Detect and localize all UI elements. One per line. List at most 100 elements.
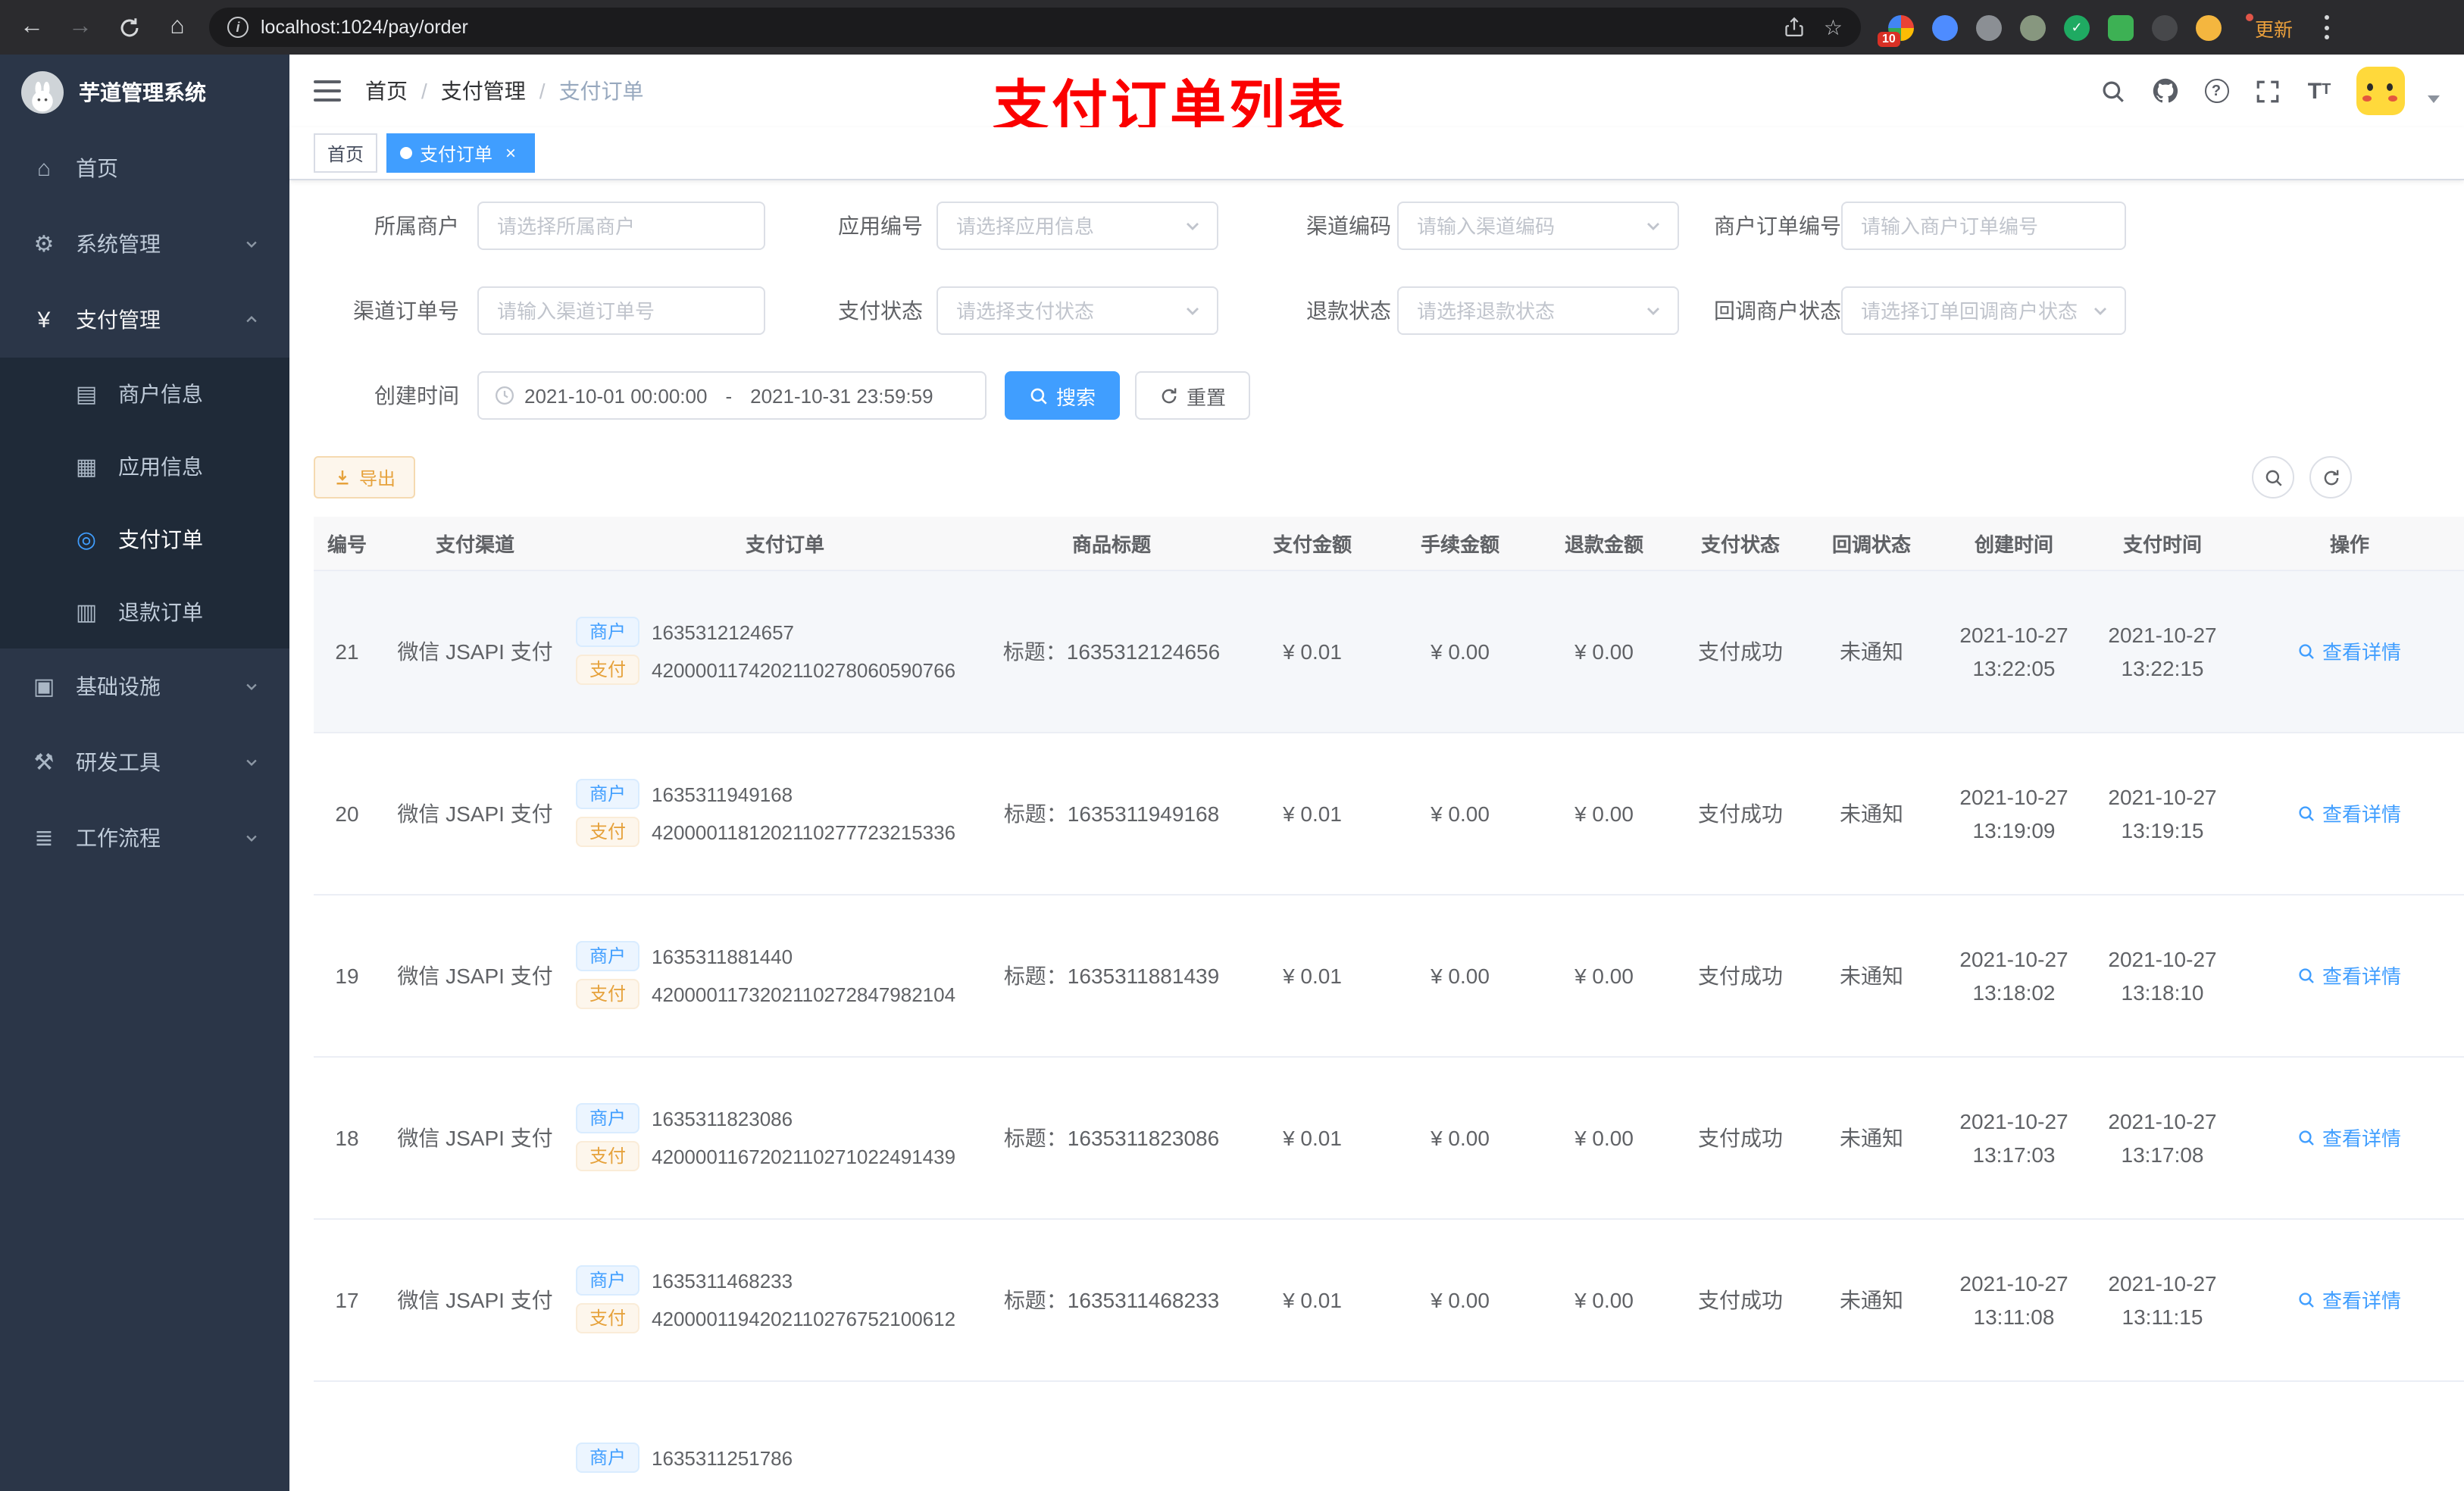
browser-forward-button[interactable]: → — [64, 11, 97, 44]
paid-time: 13:18:10 — [2121, 980, 2204, 1004]
sidebar-item-devtools[interactable]: ⚒ 研发工具 — [0, 724, 289, 800]
extension-icon[interactable] — [2152, 14, 2178, 40]
sidebar-item-home[interactable]: ⌂ 首页 — [0, 130, 289, 206]
refresh-table-button[interactable] — [2309, 456, 2352, 499]
extensions-area: 10 ✓ 更新 — [1878, 13, 2329, 46]
product-title: 标题：1635311468233 — [1003, 1287, 1220, 1311]
sidebar-item-workflow[interactable]: ≣ 工作流程 — [0, 800, 289, 876]
merchant-badge: 商户 — [576, 941, 640, 971]
channel-order-no-input[interactable] — [494, 298, 749, 324]
refund-status-select[interactable] — [1414, 298, 1638, 324]
merchant-order-no: 1635311468233 — [652, 1269, 793, 1292]
breadcrumb-home[interactable]: 首页 — [365, 76, 408, 106]
tab-home[interactable]: 首页 — [314, 133, 378, 173]
extension-icon[interactable]: ✓ — [2064, 14, 2090, 40]
extension-icon[interactable] — [1976, 14, 2002, 40]
sidebar-item-label: 系统管理 — [76, 232, 161, 256]
fee-amount: ¥ 0.00 — [1431, 1125, 1490, 1149]
view-detail-label: 查看详情 — [2322, 803, 2401, 826]
product-title: 标题：1635311949168 — [1003, 801, 1220, 825]
fee-amount: ¥ 0.00 — [1431, 639, 1490, 663]
user-avatar[interactable] — [2356, 67, 2405, 115]
sidebar-item-system[interactable]: ⚙ 系统管理 — [0, 206, 289, 282]
view-detail-link[interactable]: 查看详情 — [2298, 1123, 2401, 1152]
pay-status-select[interactable] — [953, 298, 1177, 324]
sidebar-item-app-info[interactable]: ▦ 应用信息 — [0, 430, 289, 503]
merchant-badge: 商户 — [576, 617, 640, 647]
refund-amount: ¥ 0.00 — [1574, 1125, 1634, 1149]
github-icon[interactable] — [2150, 77, 2179, 105]
pay-badge: 支付 — [576, 1303, 640, 1333]
browser-reload-button[interactable] — [112, 11, 145, 44]
view-detail-link[interactable]: 查看详情 — [2298, 961, 2401, 989]
field-label: 创建时间 — [374, 383, 459, 408]
search-icon[interactable] — [2099, 77, 2128, 105]
view-detail-label: 查看详情 — [2322, 1127, 2401, 1150]
table-row: 18 微信 JSAPI 支付 商户 1635311823086 支付 42000… — [314, 1056, 2464, 1219]
gear-icon: ⚙ — [33, 232, 55, 258]
site-info-icon[interactable]: i — [227, 17, 249, 38]
bookmark-star-icon[interactable]: ☆ — [1824, 14, 1843, 40]
orders-table: 编号 支付渠道 支付订单 商品标题 支付金额 手续金额 退款金额 支付状态 回调… — [314, 517, 2464, 1491]
fullscreen-icon[interactable] — [2253, 77, 2282, 105]
sidebar-item-payment[interactable]: ¥ 支付管理 — [0, 282, 289, 358]
active-dot — [400, 147, 413, 159]
payment-submenu: ▤ 商户信息 ▦ 应用信息 ◎ 支付订单 ▥ 退款订单 — [0, 358, 289, 649]
channel-order-no: 4200001194202110276752100612 — [652, 1307, 956, 1330]
chevron-down-icon — [246, 241, 257, 248]
search-button[interactable]: 搜索 — [1005, 371, 1121, 420]
browser-back-button[interactable]: ← — [15, 11, 48, 44]
channel-code-select[interactable] — [1414, 213, 1638, 239]
font-size-icon[interactable]: TT — [2305, 77, 2334, 105]
profile-avatar-icon[interactable] — [2196, 14, 2222, 40]
sidebar-item-pay-order[interactable]: ◎ 支付订单 — [0, 503, 289, 576]
toggle-search-button[interactable] — [2252, 456, 2294, 499]
browser-home-button[interactable]: ⌂ — [161, 11, 194, 44]
extension-icon[interactable] — [2020, 14, 2046, 40]
sidebar-item-merchant-info[interactable]: ▤ 商户信息 — [0, 358, 289, 430]
export-button[interactable]: 导出 — [314, 456, 416, 499]
extension-icon[interactable]: 10 — [1878, 14, 1914, 46]
create-time-range-input[interactable]: 2021-10-01 00:00:00 - 2021-10-31 23:59:5… — [477, 371, 987, 420]
help-icon[interactable]: ? — [2202, 77, 2231, 105]
merchant-order-no-input[interactable] — [1858, 213, 2109, 239]
browser-update-button[interactable]: 更新 — [2246, 13, 2293, 42]
order-id: 21 — [335, 639, 359, 663]
view-detail-link[interactable]: 查看详情 — [2298, 1285, 2401, 1314]
pay-channel: 微信 JSAPI 支付 — [397, 1125, 553, 1149]
share-icon[interactable] — [1784, 17, 1806, 38]
view-detail-link[interactable]: 查看详情 — [2298, 636, 2401, 665]
breadcrumb-payment[interactable]: 支付管理 — [441, 76, 526, 106]
date-end: 2021-10-31 23:59:59 — [750, 384, 933, 407]
monitor-icon: ▣ — [33, 674, 55, 700]
table-row: 商户 1635311251786 — [314, 1380, 2464, 1491]
view-detail-link[interactable]: 查看详情 — [2298, 799, 2401, 827]
sidebar-toggle-icon[interactable] — [314, 80, 341, 102]
tab-pay-order[interactable]: 支付订单 × — [386, 133, 536, 173]
product-title: 标题：1635311823086 — [1003, 1125, 1220, 1149]
avatar-caret-icon[interactable] — [2428, 95, 2440, 102]
breadcrumb: 首页 / 支付管理 / 支付订单 — [365, 76, 644, 106]
extension-icon[interactable] — [1932, 14, 1958, 40]
notify-status-select[interactable] — [1858, 298, 2085, 324]
pay-badge: 支付 — [576, 817, 640, 847]
browser-menu-icon[interactable] — [2323, 15, 2329, 39]
logo-avatar — [21, 71, 64, 114]
close-tab-icon[interactable]: × — [500, 142, 521, 164]
order-id: 20 — [335, 801, 359, 825]
extension-icon[interactable] — [2108, 14, 2134, 40]
pay-amount: ¥ 0.01 — [1283, 801, 1342, 825]
address-bar[interactable]: i localhost:1024/pay/order ☆ — [209, 8, 1861, 47]
field-label: 退款状态 — [1306, 299, 1391, 323]
paid-date: 2021-10-27 — [2108, 1271, 2217, 1295]
app-no-select[interactable] — [953, 213, 1177, 239]
reset-button[interactable]: 重置 — [1135, 371, 1251, 420]
table-row: 21 微信 JSAPI 支付 商户 1635312124657 支付 42000… — [314, 570, 2464, 733]
merchant-select-input[interactable] — [494, 213, 749, 239]
col-header-amount: 支付金额 — [1272, 533, 1352, 556]
sidebar-item-infra[interactable]: ▣ 基础设施 — [0, 649, 289, 724]
chevron-down-icon — [246, 759, 257, 766]
workflow-icon: ≣ — [34, 826, 54, 852]
pay-channel: 微信 JSAPI 支付 — [397, 801, 553, 825]
sidebar-item-refund-order[interactable]: ▥ 退款订单 — [0, 576, 289, 649]
